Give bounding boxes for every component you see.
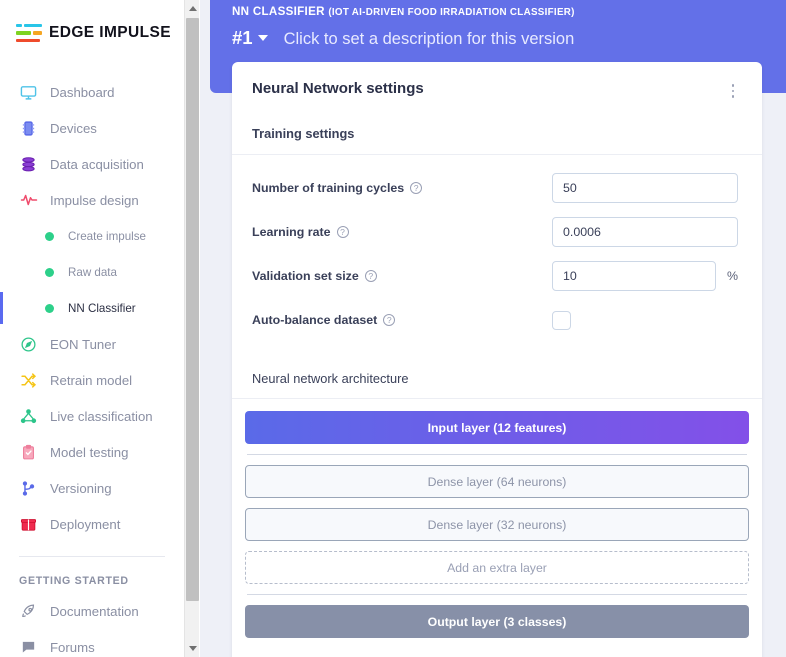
sidebar-item-label: Documentation (50, 604, 139, 619)
git-branch-icon (19, 479, 38, 498)
database-icon (19, 155, 38, 174)
app-root: EDGE IMPULSE Dashboard Devices (0, 0, 786, 657)
clipboard-check-icon (19, 443, 38, 462)
chat-icon (19, 638, 38, 657)
version-selector[interactable]: #1 (232, 27, 268, 49)
percent-suffix: % (727, 269, 738, 283)
help-icon[interactable]: ? (337, 226, 349, 238)
field-label-text: Validation set size (252, 269, 359, 283)
sidebar-item-label: Data acquisition (50, 157, 144, 172)
sidebar-item-model-testing[interactable]: Model testing (0, 434, 184, 470)
sidebar-item-nn-classifier[interactable]: NN Classifier (0, 290, 184, 326)
sidebar-item-impulse-design[interactable]: Impulse design (0, 182, 184, 218)
training-settings-heading: Training settings (232, 100, 762, 155)
brand-name: EDGE IMPULSE (49, 24, 171, 42)
sidebar-nav: Dashboard Devices (0, 74, 184, 657)
neural-network-settings-card: Neural Network settings Training setting… (232, 62, 762, 657)
field-row-training-cycles: Number of training cycles ? (232, 166, 762, 210)
sidebar-scrollbar[interactable] (184, 0, 199, 657)
sidebar-item-data-acquisition[interactable]: Data acquisition (0, 146, 184, 182)
sidebar-item-label: EON Tuner (50, 337, 116, 352)
edge-impulse-logo-icon (16, 24, 42, 43)
card-title: Neural Network settings (252, 80, 424, 97)
scrollbar-thumb[interactable] (186, 18, 199, 601)
layers-list: Input layer (12 features) Dense layer (6… (232, 399, 762, 657)
sidebar-item-documentation[interactable]: Documentation (0, 593, 184, 629)
field-label-text: Learning rate (252, 225, 331, 239)
rocket-icon (19, 602, 38, 621)
field-label: Number of training cycles ? (252, 181, 552, 195)
field-label: Auto-balance dataset ? (252, 313, 552, 327)
input-layer-block: Input layer (12 features) (245, 411, 749, 444)
field-label-text: Auto-balance dataset (252, 313, 377, 327)
shuffle-icon (19, 371, 38, 390)
sidebar-item-deployment[interactable]: Deployment (0, 506, 184, 542)
sidebar: EDGE IMPULSE Dashboard Devices (0, 0, 184, 657)
field-row-validation-set-size: Validation set size ? % (232, 254, 762, 298)
main-content: NN CLASSIFIER (IOT AI-DRIVEN FOOD IRRADI… (200, 0, 786, 657)
field-row-auto-balance: Auto-balance dataset ? (232, 298, 762, 342)
green-dot-icon (45, 304, 54, 313)
field-label: Validation set size ? (252, 269, 552, 283)
architecture-heading: Neural network architecture (232, 342, 762, 399)
field-label-text: Number of training cycles (252, 181, 404, 195)
brand-logo[interactable]: EDGE IMPULSE (0, 0, 184, 46)
sidebar-item-label: Create impulse (68, 230, 146, 243)
version-label: #1 (232, 27, 253, 49)
dense-layer-32-block[interactable]: Dense layer (32 neurons) (245, 508, 749, 541)
package-icon (19, 515, 38, 534)
field-row-learning-rate: Learning rate ? (232, 210, 762, 254)
sidebar-item-label: Versioning (50, 481, 112, 496)
compass-icon (19, 335, 38, 354)
page-title: NN CLASSIFIER (IOT AI-DRIVEN FOOD IRRADI… (232, 5, 786, 18)
sidebar-item-dashboard[interactable]: Dashboard (0, 74, 184, 110)
sidebar-item-label: NN Classifier (68, 302, 136, 315)
sidebar-section-getting-started: GETTING STARTED (0, 557, 184, 593)
sidebar-item-devices[interactable]: Devices (0, 110, 184, 146)
sidebar-item-raw-data[interactable]: Raw data (0, 254, 184, 290)
sidebar-item-eon-tuner[interactable]: EON Tuner (0, 326, 184, 362)
layer-separator (247, 594, 747, 595)
monitor-icon (19, 83, 38, 102)
training-cycles-input[interactable] (552, 173, 738, 203)
sidebar-item-live-classification[interactable]: Live classification (0, 398, 184, 434)
add-extra-layer-button[interactable]: Add an extra layer (245, 551, 749, 584)
pulse-icon (19, 191, 38, 210)
scroll-down-arrow-icon[interactable] (185, 640, 200, 657)
network-icon (19, 407, 38, 426)
page-project-name: (IOT AI-DRIVEN FOOD IRRADIATION CLASSIFI… (328, 7, 574, 18)
page-title-text: NN CLASSIFIER (232, 5, 325, 18)
sidebar-item-label: Forums (50, 640, 95, 655)
validation-set-size-input[interactable] (552, 261, 716, 291)
sidebar-item-label: Raw data (68, 266, 117, 279)
sidebar-item-label: Live classification (50, 409, 153, 424)
sidebar-item-forums[interactable]: Forums (0, 629, 184, 657)
dense-layer-64-block[interactable]: Dense layer (64 neurons) (245, 465, 749, 498)
kebab-menu-icon[interactable] (724, 82, 742, 100)
scroll-up-arrow-icon[interactable] (185, 0, 200, 17)
sidebar-item-label: Deployment (50, 517, 120, 532)
output-layer-block: Output layer (3 classes) (245, 605, 749, 638)
chip-icon (19, 119, 38, 138)
green-dot-icon (45, 268, 54, 277)
chevron-down-icon (258, 35, 268, 41)
version-description-field[interactable]: Click to set a description for this vers… (284, 30, 575, 49)
sidebar-item-label: Dashboard (50, 85, 115, 100)
sidebar-item-label: Model testing (50, 445, 128, 460)
sidebar-item-label: Devices (50, 121, 97, 136)
learning-rate-input[interactable] (552, 217, 738, 247)
sidebar-item-versioning[interactable]: Versioning (0, 470, 184, 506)
sidebar-item-create-impulse[interactable]: Create impulse (0, 218, 184, 254)
sidebar-item-label: Retrain model (50, 373, 132, 388)
field-label: Learning rate ? (252, 225, 552, 239)
sidebar-item-label: Impulse design (50, 193, 139, 208)
layer-separator (247, 454, 747, 455)
help-icon[interactable]: ? (365, 270, 377, 282)
auto-balance-checkbox[interactable] (552, 311, 571, 330)
sidebar-item-retrain-model[interactable]: Retrain model (0, 362, 184, 398)
green-dot-icon (45, 232, 54, 241)
help-icon[interactable]: ? (383, 314, 395, 326)
help-icon[interactable]: ? (410, 182, 422, 194)
